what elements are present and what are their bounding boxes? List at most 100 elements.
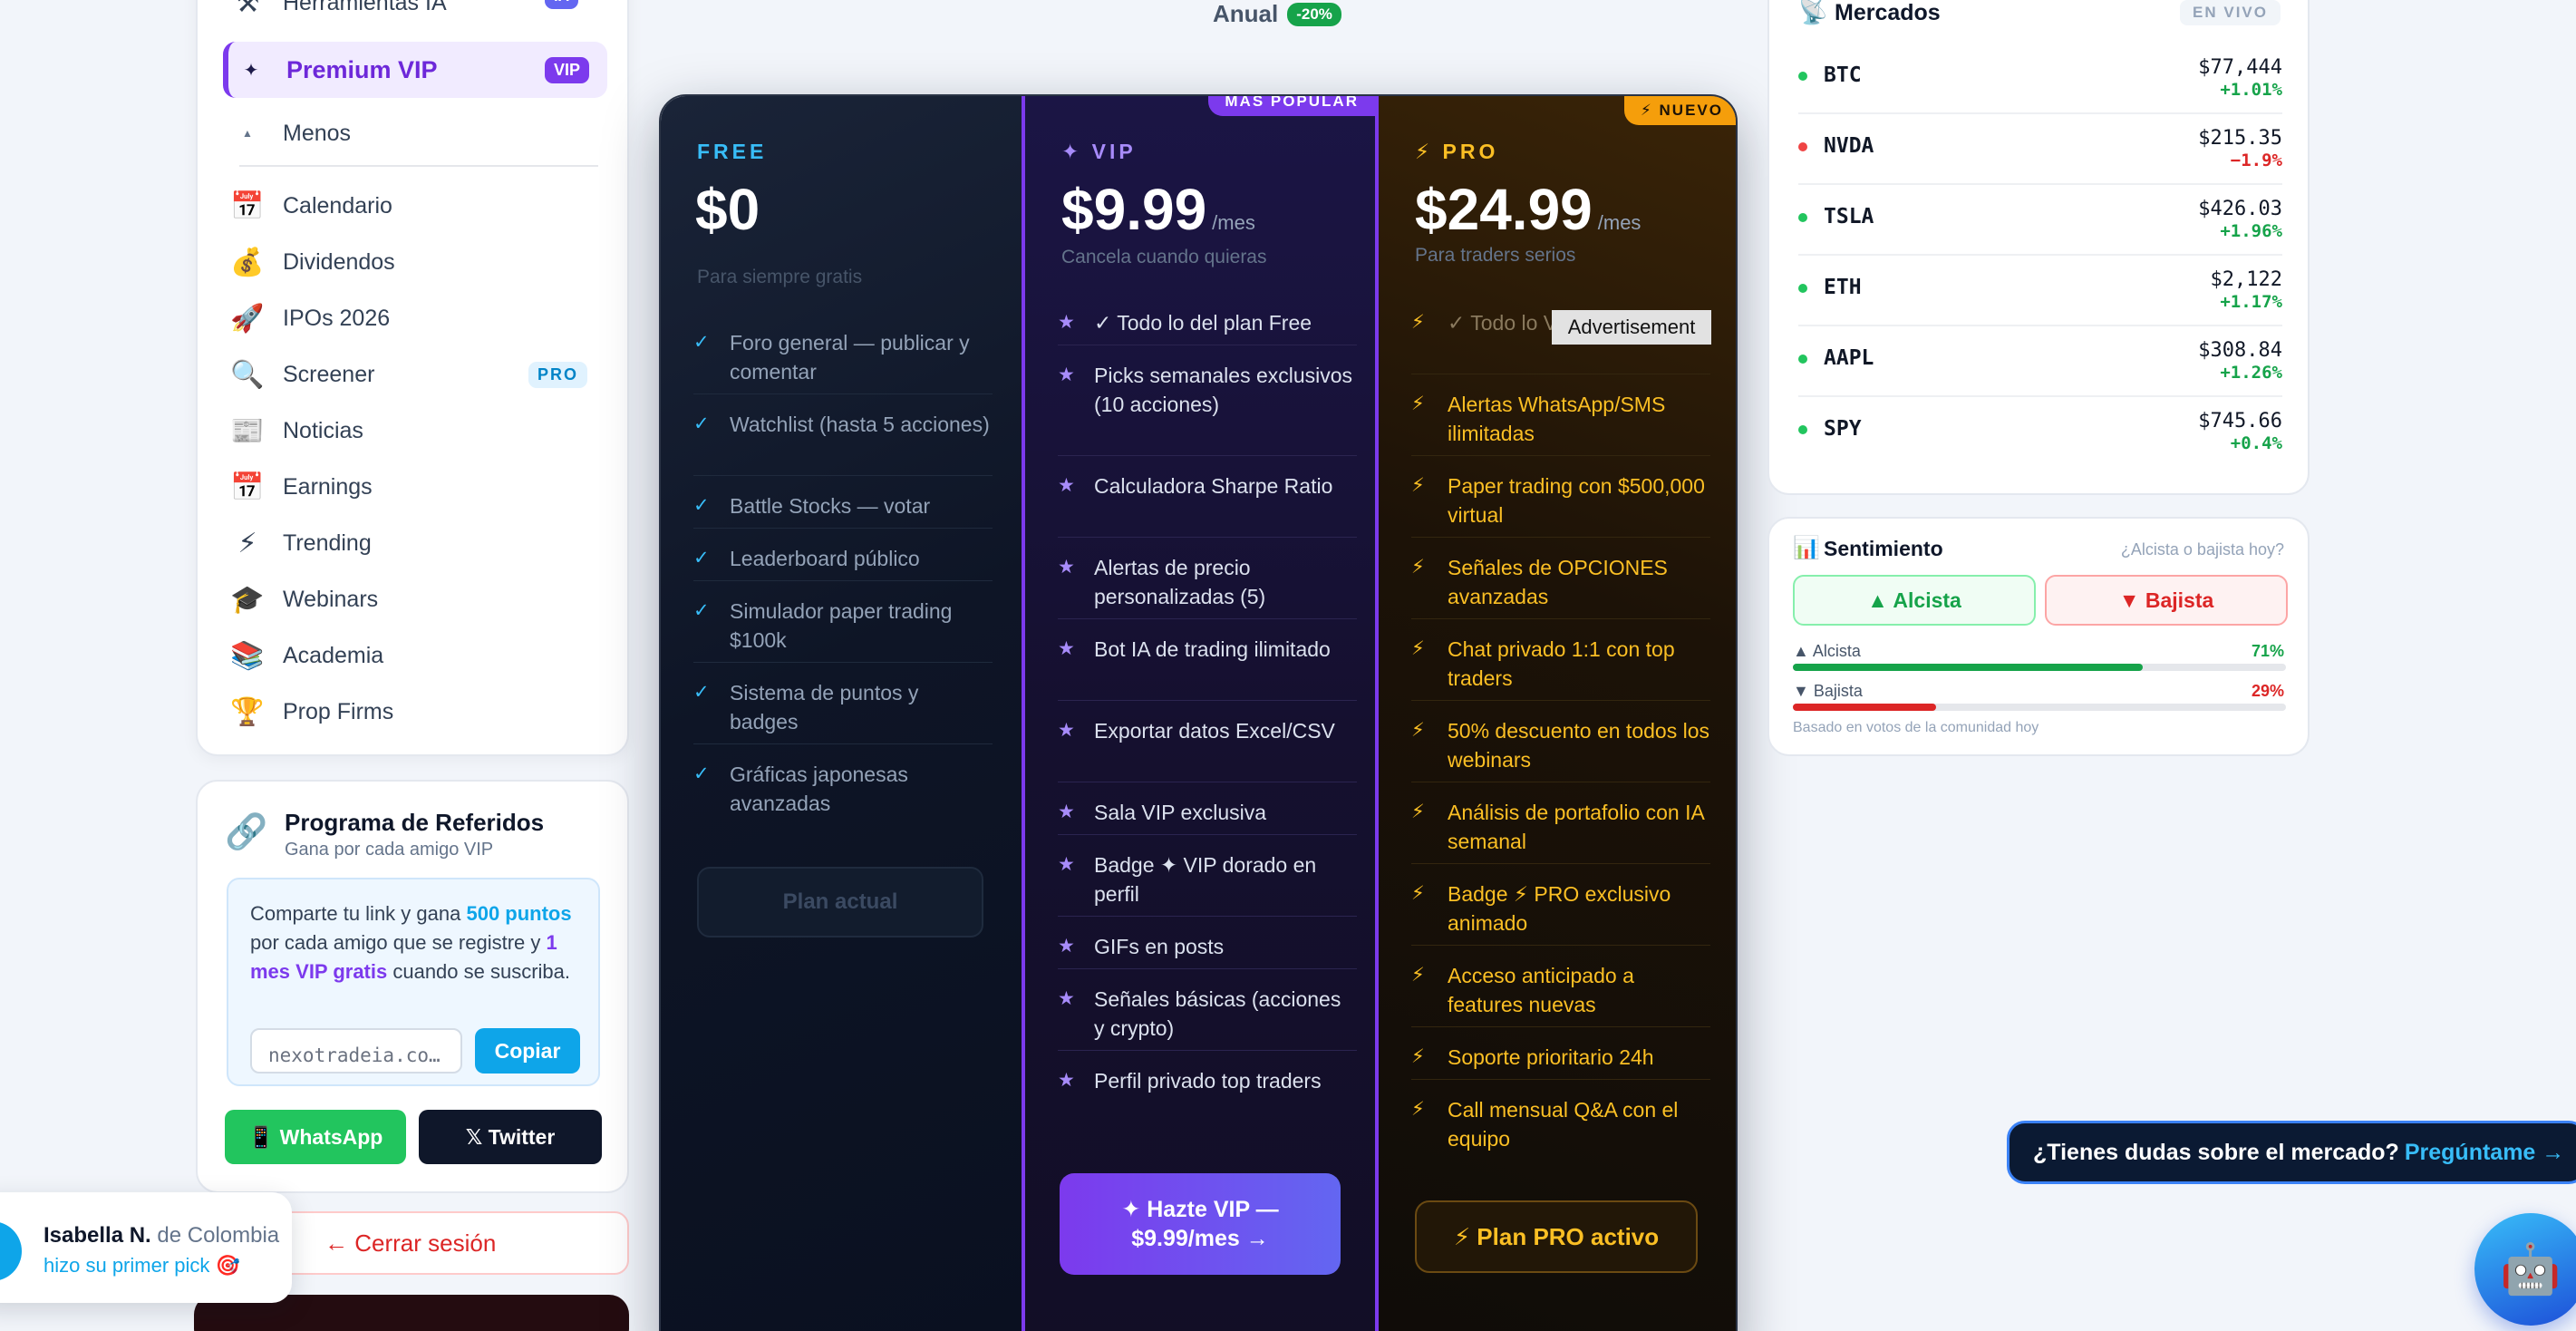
ticker-price: $215.35 (2198, 127, 2282, 150)
ticker-row-spy[interactable]: SPY $745.66 +0.4% (1798, 397, 2282, 468)
plan-price: $0 (695, 177, 760, 242)
sidebar-item-premium-vip[interactable]: ✦ Premium VIP VIP (223, 42, 607, 98)
feature-item: ⚡ Badge ⚡ PRO exclusivo animado (1411, 879, 1710, 938)
referral-link-field[interactable]: nexotradeia.co… (250, 1028, 462, 1074)
pro-active-button[interactable]: ⚡ Plan PRO activo (1415, 1200, 1698, 1273)
sidebar-item-prop-firms[interactable]: 🏆 Prop Firms (225, 684, 605, 740)
tools-icon: ⚒ (235, 0, 260, 18)
lightning-icon: ⚡ (237, 528, 257, 559)
check-icon: ✓ (693, 600, 710, 621)
ticker-row-eth[interactable]: ETH $2,122 +1.17% (1798, 256, 2282, 326)
copy-button[interactable]: Copiar (475, 1028, 580, 1074)
chatbot-button[interactable]: 🤖 (2474, 1213, 2576, 1326)
lightning-icon: ⚡ (1411, 883, 1425, 904)
chevron-up-icon: ▲ (242, 127, 253, 140)
points-highlight: 500 puntos (466, 902, 572, 925)
sidebar-item-label: Academia (283, 642, 384, 668)
sidebar-item-label: IPOs 2026 (283, 305, 391, 331)
vote-bearish-button[interactable]: ▼ Bajista (2045, 575, 2288, 626)
feature-item: ★ Señales básicas (acciones y crypto) (1058, 985, 1357, 1043)
billing-label: Anual (1213, 0, 1279, 27)
sidebar-item-herramientas-ia[interactable]: ⚒ Herramientas IA IA (225, 0, 605, 31)
referral-subtitle: Gana por cada amigo VIP (285, 840, 494, 860)
feature-item: ⚡ Análisis de portafolio con IA semanal (1411, 798, 1710, 856)
newspaper-icon: 📰 (230, 415, 265, 446)
plan-pro: ⚡ NUEVO ⚡ PRO $24.99/mes Para traders se… (1379, 96, 1736, 1331)
sidebar-item-trending[interactable]: ⚡ Trending (225, 515, 605, 571)
books-icon: 📚 (230, 640, 265, 671)
ticker-price: $77,444 (2198, 56, 2282, 79)
feature-item: ✓ Sistema de puntos y badges (693, 678, 993, 736)
star-icon: ★ (1058, 936, 1075, 957)
lightning-icon: ⚡ (1411, 1046, 1425, 1067)
sidebar-item-label: Trending (283, 529, 372, 556)
advertisement-tooltip: Advertisement (1552, 310, 1711, 345)
ticker-row-tsla[interactable]: TSLA $426.03 +1.96% (1798, 185, 2282, 256)
feature-item: ⚡ Paper trading con $500,000 virtual (1411, 471, 1710, 529)
status-dot (1798, 72, 1807, 81)
divider (1411, 455, 1710, 456)
feature-item: ⚡ Chat privado 1:1 con top traders (1411, 635, 1710, 693)
feature-item: ⚡ Acceso anticipado a features nuevas (1411, 961, 1710, 1019)
chat-link[interactable]: Pregúntame → (2405, 1140, 2564, 1166)
sidebar-item-dividendos[interactable]: 💰 Dividendos (225, 234, 605, 290)
sidebar-item-calendario[interactable]: 📅 Calendario (225, 178, 605, 234)
ticker-row-nvda[interactable]: NVDA $215.35 −1.9% (1798, 114, 2282, 185)
lightning-icon: ⚡ (1411, 965, 1425, 986)
ask-ai-banner[interactable]: ¿Tienes dudas sobre el mercado? Pregúnta… (2007, 1121, 2576, 1184)
rocket-icon: 🚀 (230, 303, 265, 334)
markets-card: 📡 Mercados EN VIVO BTC $77,444 +1.01% NVDA… (1767, 0, 2310, 495)
feature-item: ★ Picks semanales exclusivos (10 acciones… (1058, 361, 1357, 419)
bullish-bar-fill (1793, 664, 2144, 671)
ticker-row-aapl[interactable]: AAPL $308.84 +1.26% (1798, 326, 2282, 397)
ticker-symbol: NVDA (1824, 134, 1874, 158)
plan-free: FREE $0 Para siempre gratis ✓ Foro genera… (661, 96, 1022, 1331)
star-icon: ★ (1058, 364, 1075, 385)
ticker-change: −1.9% (2230, 151, 2282, 170)
divider (693, 528, 993, 529)
sidebar-item-screener[interactable]: 🔍 Screener PRO (225, 346, 605, 403)
star-icon: ★ (1058, 988, 1075, 1009)
star-icon: ★ (1058, 854, 1075, 875)
plan-tier: ✦ VIP (1061, 140, 1137, 163)
ticker-row-btc[interactable]: BTC $77,444 +1.01% (1798, 44, 2282, 114)
feature-item: ✓ Simulador paper trading $100k (693, 597, 993, 655)
pro-badge: PRO (528, 361, 587, 388)
check-icon: ✓ (693, 548, 710, 568)
sidebar-item-label: Premium VIP (286, 55, 438, 83)
robot-icon: 🤖 (2500, 1241, 2561, 1297)
feature-item: ✓ Foro general — publicar y comentar (693, 328, 993, 386)
ticker-symbol: SPY (1824, 417, 1862, 441)
feature-item: ★ Sala VIP exclusiva (1058, 798, 1357, 827)
divider (1411, 537, 1710, 538)
ticker-price: $745.66 (2198, 410, 2282, 432)
ticker-symbol: AAPL (1824, 346, 1874, 370)
sidebar-item-earnings[interactable]: 📅 Earnings (225, 459, 605, 515)
sidebar-item-ipos[interactable]: 🚀 IPOs 2026 (225, 290, 605, 346)
ticker-symbol: TSLA (1824, 205, 1874, 228)
plan-price-row: $24.99/mes (1415, 177, 1641, 242)
billing-toggle[interactable]: Anual -20% (1213, 0, 1341, 28)
sidebar-item-label: Herramientas IA (283, 0, 447, 15)
activity-toast: Isabella N. de Colombia hizo su primer p… (0, 1192, 292, 1303)
sidebar-item-academia[interactable]: 📚 Academia (225, 627, 605, 684)
sidebar-toggle-less[interactable]: ▲ Menos (225, 105, 605, 161)
feature-item: ★ Alertas de precio personalizadas (5) (1058, 553, 1357, 611)
lightning-icon: ⚡ (1411, 638, 1425, 659)
divider (693, 393, 993, 394)
star-icon: ★ (1058, 1070, 1075, 1091)
sidebar-item-noticias[interactable]: 📰 Noticias (225, 403, 605, 459)
sidebar-item-webinars[interactable]: 🎓 Webinars (225, 571, 605, 627)
divider (1058, 700, 1357, 701)
feature-item: ✓ Battle Stocks — votar (693, 491, 993, 520)
plan-vip: MÁS POPULAR ✦ VIP $9.99/mes Cancela cuan… (1022, 96, 1379, 1331)
vote-bullish-button[interactable]: ▲ Alcista (1793, 575, 2036, 626)
referral-card: 🔗 Programa de Referidos Gana por cada am… (196, 780, 629, 1193)
sentiment-card: 📊 Sentimiento ¿Alcista o bajista hoy? ▲ … (1767, 517, 2310, 756)
twitter-share-button[interactable]: 𝕏 Twitter (419, 1110, 602, 1164)
upgrade-vip-button[interactable]: ✦ Hazte VIP — $9.99/mes → (1060, 1173, 1341, 1275)
whatsapp-share-button[interactable]: 📱 WhatsApp (225, 1110, 406, 1164)
satellite-icon: 📡 (1798, 0, 1828, 25)
calendar-icon: 📅 (230, 190, 265, 221)
plan-tier: FREE (697, 140, 768, 163)
